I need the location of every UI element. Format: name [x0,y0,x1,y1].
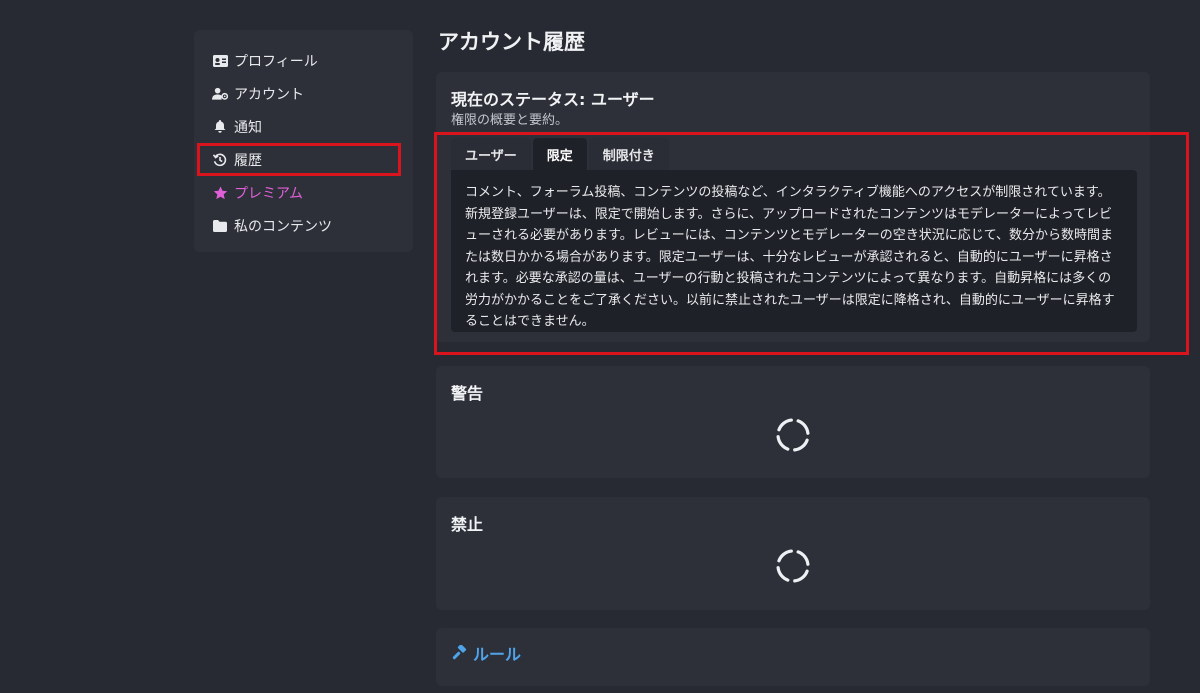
rules-card: ルール [436,628,1150,686]
sidebar-item-label: 私のコンテンツ [234,218,332,235]
tab-user[interactable]: ユーザー [451,138,531,170]
sidebar-item-label: 通知 [234,119,262,136]
loading-spinner-icon [776,418,810,452]
sidebar-item-label: 履歴 [234,152,262,169]
page-title: アカウント履歴 [438,30,585,54]
tab-restricted[interactable]: 制限付き [588,138,669,170]
status-title: 現在のステータス: ユーザー [451,90,655,109]
settings-sidebar: プロフィール アカウント 通知 履歴 プレミアム 私のコンテンツ [194,30,413,252]
loading-spinner-icon [776,549,810,583]
status-tabs: ユーザー 限定 制限付き [451,138,671,170]
sidebar-item-label: プロフィール [234,53,318,70]
folder-icon [212,218,228,234]
id-card-icon [212,53,228,69]
warnings-card: 警告 [436,366,1150,478]
status-subtitle: 権限の概要と要約。 [451,113,569,128]
sidebar-item-account[interactable]: アカウント [194,77,413,110]
sidebar-item-label: プレミアム [234,185,304,202]
star-icon [212,185,228,201]
status-card: 現在のステータス: ユーザー 権限の概要と要約。 ユーザー 限定 制限付き コメ… [436,72,1150,342]
sidebar-item-label: アカウント [234,86,304,103]
user-gear-icon [212,86,228,102]
bans-title: 禁止 [451,515,484,534]
sidebar-item-my-content[interactable]: 私のコンテンツ [194,209,413,242]
sidebar-item-profile[interactable]: プロフィール [194,44,413,77]
bell-icon [212,119,228,135]
rules-label: ルール [473,645,522,664]
sidebar-item-notifications[interactable]: 通知 [194,110,413,143]
gavel-icon [451,644,468,662]
history-icon [212,152,228,168]
warnings-title: 警告 [451,384,484,403]
rules-link[interactable]: ルール [451,641,521,665]
tab-limited[interactable]: 限定 [532,138,587,170]
tab-panel-description: コメント、フォーラム投稿、コンテンツの投稿など、インタラクティブ機能へのアクセス… [451,170,1137,332]
sidebar-item-history[interactable]: 履歴 [197,143,401,176]
bans-card: 禁止 [436,497,1150,610]
sidebar-item-premium[interactable]: プレミアム [194,176,413,209]
